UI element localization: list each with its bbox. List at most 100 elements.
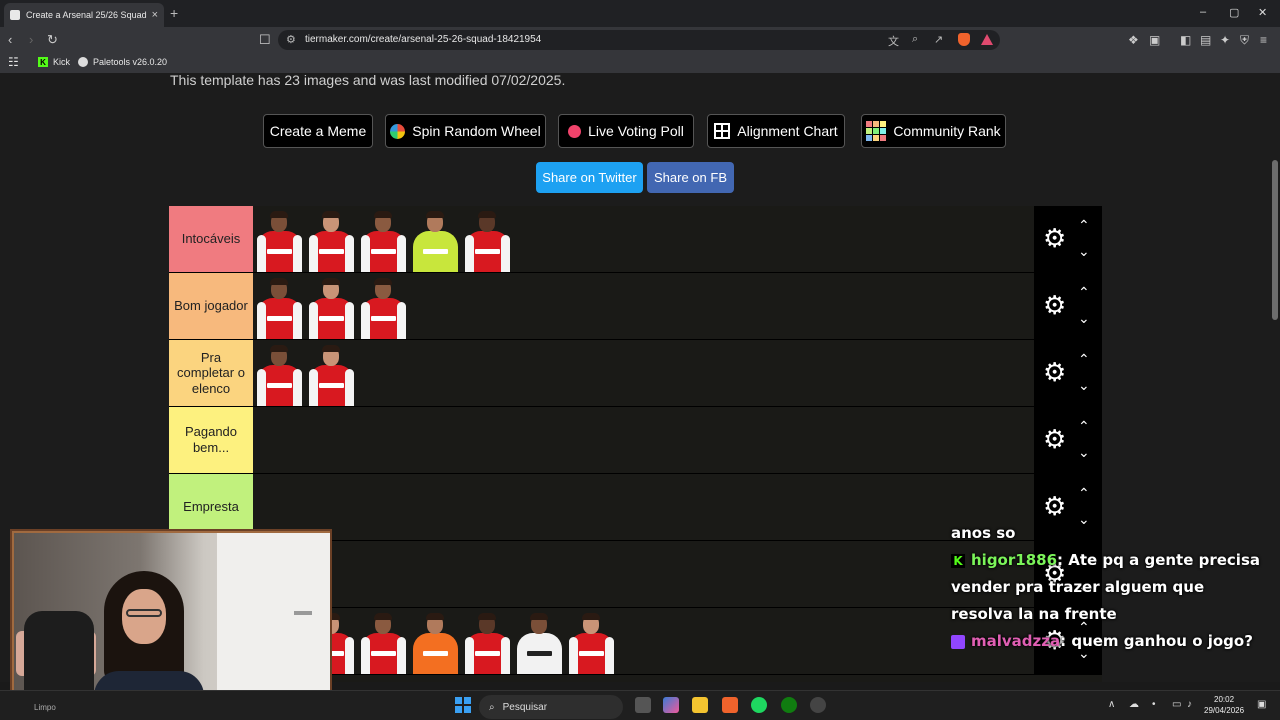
clock[interactable]: 20:02 29/04/2026 — [1204, 694, 1244, 716]
tier-row: Bom jogador ⚙ ⌃ ⌄ — [169, 273, 1102, 340]
gear-icon[interactable]: ⚙ — [1043, 292, 1066, 318]
move-down-icon[interactable]: ⌄ — [1078, 311, 1090, 325]
notifications-icon[interactable]: ▣ — [1257, 699, 1266, 710]
player-card[interactable] — [254, 341, 305, 406]
back-icon[interactable]: ‹ — [8, 32, 12, 47]
file-explorer-icon[interactable] — [692, 697, 708, 713]
player-card[interactable] — [462, 609, 513, 674]
clock-date: 29/04/2026 — [1204, 706, 1245, 715]
player-card[interactable] — [410, 609, 461, 674]
tier-row: Pagando bem... ⚙ ⌃ ⌄ — [169, 407, 1102, 474]
taskbar-search[interactable]: ⌕ Pesquisar — [479, 695, 623, 719]
bookmark-kick[interactable]: K Kick — [38, 57, 70, 67]
onedrive-icon[interactable]: ☁ — [1129, 699, 1139, 710]
move-up-icon[interactable]: ⌃ — [1078, 352, 1090, 366]
player-card[interactable] — [566, 609, 617, 674]
kick-badge-icon: K — [951, 553, 965, 568]
player-card[interactable] — [410, 207, 461, 272]
tier-label[interactable]: Pra completar o elenco — [169, 340, 253, 406]
move-down-icon[interactable]: ⌄ — [1078, 378, 1090, 392]
bookmark-icon[interactable]: ☐ — [259, 32, 271, 48]
move-down-icon[interactable]: ⌄ — [1078, 445, 1090, 459]
player-card[interactable] — [254, 207, 305, 272]
translate-icon[interactable]: 文 — [888, 33, 899, 49]
browser-tab[interactable]: Create a Arsenal 25/26 Squad Ti × — [4, 3, 164, 27]
obs-icon[interactable] — [810, 697, 826, 713]
close-window-button[interactable]: ✕ — [1258, 6, 1267, 19]
volume-icon[interactable]: ♪ — [1187, 699, 1192, 710]
create-meme-button[interactable]: Create a Meme — [263, 114, 373, 148]
brave-taskbar-icon[interactable] — [722, 697, 738, 713]
share-icon[interactable]: ↗ — [934, 33, 943, 46]
task-view-icon[interactable] — [635, 697, 651, 713]
new-tab-button[interactable]: + — [170, 5, 178, 21]
close-tab-icon[interactable]: × — [152, 9, 158, 21]
tier-label[interactable]: Pagando bem... — [169, 407, 253, 473]
alignment-chart-button[interactable]: Alignment Chart — [707, 114, 845, 148]
chat-message: Khigor1886: Ate pq a gente precisa vende… — [951, 547, 1271, 628]
tier-controls: ⚙ ⌃ ⌄ — [1034, 206, 1102, 273]
windows-start-icon[interactable] — [455, 697, 471, 713]
zoom-icon[interactable]: ⌕ — [912, 33, 918, 46]
share-fb-button[interactable]: Share on FB — [647, 162, 734, 193]
gear-icon[interactable]: ⚙ — [1043, 493, 1066, 519]
webcam-door — [217, 533, 330, 709]
forward-icon[interactable]: › — [29, 32, 33, 47]
twitch-badge-icon — [951, 634, 965, 649]
spotify-icon[interactable] — [751, 697, 767, 713]
player-card[interactable] — [306, 341, 357, 406]
player-card[interactable] — [254, 274, 305, 339]
menu-icon[interactable]: ≡ — [1260, 33, 1267, 47]
apps-grid-icon[interactable]: ☷ — [8, 55, 19, 69]
chat-text: anos so — [951, 524, 1016, 542]
gear-icon[interactable]: ⚙ — [1043, 225, 1066, 251]
address-bar[interactable]: ⚙ tiermaker.com/create/arsenal-25-26-squ… — [278, 30, 1000, 50]
stream-chat-overlay: anos so Khigor1886: Ate pq a gente preci… — [951, 520, 1271, 655]
move-up-icon[interactable]: ⌃ — [1078, 486, 1090, 500]
maximize-button[interactable]: ▢ — [1229, 6, 1239, 19]
chat-username: higor1886 — [971, 551, 1058, 569]
button-label: Spin Random Wheel — [412, 123, 541, 139]
gear-icon[interactable]: ⚙ — [1043, 426, 1066, 452]
gear-icon[interactable]: ⚙ — [1043, 359, 1066, 385]
player-card[interactable] — [358, 274, 409, 339]
microphone-icon[interactable]: • — [1152, 699, 1156, 710]
copilot-icon[interactable] — [663, 697, 679, 713]
spin-wheel-button[interactable]: Spin Random Wheel — [385, 114, 546, 148]
extensions-icon[interactable]: ❖ — [1128, 33, 1139, 47]
community-rank-button[interactable]: Community Rank — [861, 114, 1006, 148]
move-down-icon[interactable]: ⌄ — [1078, 244, 1090, 258]
wallet-icon[interactable]: ▤ — [1200, 33, 1211, 47]
tier-label[interactable]: Bom jogador — [169, 273, 253, 339]
move-up-icon[interactable]: ⌃ — [1078, 218, 1090, 232]
player-card[interactable] — [358, 609, 409, 674]
network-icon[interactable]: ▭ — [1172, 699, 1181, 710]
browser-tab-bar: Create a Arsenal 25/26 Squad Ti × + – ▢ … — [0, 0, 1280, 27]
player-card[interactable] — [462, 207, 513, 272]
chat-message: anos so — [951, 520, 1271, 547]
player-card[interactable] — [306, 207, 357, 272]
share-twitter-button[interactable]: Share on Twitter — [536, 162, 643, 193]
reload-icon[interactable]: ↻ — [47, 32, 58, 48]
live-poll-button[interactable]: Live Voting Poll — [558, 114, 694, 148]
player-card[interactable] — [514, 609, 565, 674]
bookmark-paletools[interactable]: Paletools v26.0.20 — [78, 57, 167, 67]
sidebar-icon[interactable]: ◧ — [1180, 33, 1191, 47]
xbox-icon[interactable] — [781, 697, 797, 713]
brave-rewards-icon[interactable] — [981, 34, 993, 45]
player-card[interactable] — [358, 207, 409, 272]
tab-manager-icon[interactable]: ▣ — [1149, 33, 1160, 47]
scrollbar-thumb[interactable] — [1272, 160, 1278, 320]
vpn-icon[interactable]: ⛨ — [1240, 33, 1249, 48]
site-info-icon[interactable]: ⚙ — [286, 33, 296, 46]
tier-controls: ⚙ ⌃ ⌄ — [1034, 407, 1102, 474]
leo-ai-icon[interactable]: ✦ — [1220, 33, 1230, 47]
move-up-icon[interactable]: ⌃ — [1078, 419, 1090, 433]
tier-label[interactable]: Intocáveis — [169, 206, 253, 272]
player-card[interactable] — [306, 274, 357, 339]
tray-overflow-icon[interactable]: ∧ — [1108, 699, 1115, 710]
move-up-icon[interactable]: ⌃ — [1078, 285, 1090, 299]
minimize-button[interactable]: – — [1200, 6, 1206, 18]
brave-shields-icon[interactable] — [958, 33, 970, 46]
door-handle — [294, 611, 312, 615]
